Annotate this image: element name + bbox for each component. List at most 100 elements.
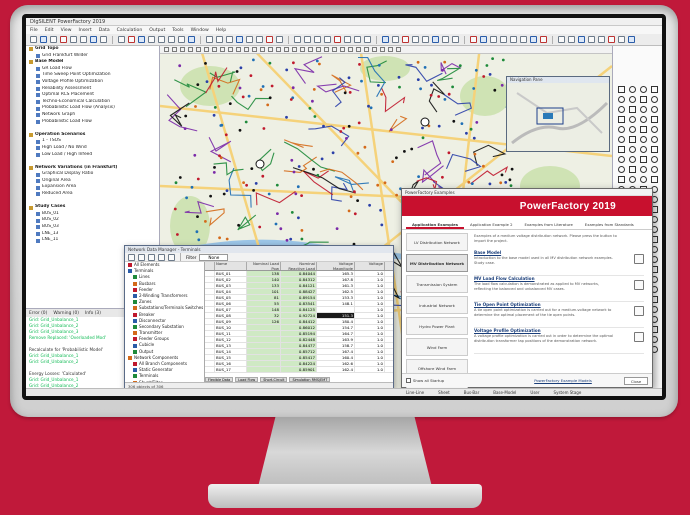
map-tool-icon[interactable]: [244, 47, 249, 52]
menu-item[interactable]: Insert: [79, 28, 92, 33]
table-cell[interactable]: 162.5: [317, 289, 355, 294]
toolbar-tool-icon[interactable]: [452, 36, 459, 43]
table-cell[interactable]: BUS_11: [215, 331, 247, 336]
table-cell[interactable]: BUS_10: [215, 325, 247, 330]
map-tool-icon[interactable]: [388, 47, 393, 52]
map-tool-icon[interactable]: [292, 47, 297, 52]
table-cell[interactable]: BUS_04: [215, 289, 247, 294]
output-tab[interactable]: Info (3): [85, 311, 101, 316]
examples-tab[interactable]: Application Examples: [406, 220, 464, 229]
drawing-symbol-icon[interactable]: [640, 136, 647, 143]
network-data-manager[interactable]: Network Data Manager - Terminals Filter …: [124, 245, 394, 390]
toolbar-tool-icon[interactable]: [442, 36, 449, 43]
map-tool-icon[interactable]: [172, 47, 177, 52]
table-cell[interactable]: 1.0: [355, 307, 385, 312]
import-icon[interactable]: [634, 280, 644, 290]
table-cell[interactable]: 0.84044: [281, 271, 317, 276]
tree-item[interactable]: Network Variations (in Frankfurt): [26, 165, 159, 172]
overview-window[interactable]: Navigation Pane: [506, 76, 610, 152]
toolbar-tool-icon[interactable]: [364, 36, 371, 43]
table-cell[interactable]: BUS_16: [215, 361, 247, 366]
toolbar-tool-icon[interactable]: [334, 36, 341, 43]
category-button[interactable]: Transmission System: [406, 275, 468, 293]
map-tool-icon[interactable]: [252, 47, 257, 52]
table-cell[interactable]: 1.0: [355, 271, 385, 276]
example-title-link[interactable]: Tie Open Point Optimization: [474, 302, 644, 307]
toolbar-tool-icon[interactable]: [206, 36, 213, 43]
tree-item[interactable]: Probabilistic Load Flow: [26, 119, 159, 126]
toolbar-tool-icon[interactable]: [246, 36, 253, 43]
drawing-symbol-icon[interactable]: [651, 156, 658, 163]
drawing-symbol-icon[interactable]: [651, 136, 658, 143]
toolbar-tool-icon[interactable]: [256, 36, 263, 43]
map-tool-icon[interactable]: [268, 47, 273, 52]
toolbar-tool-icon[interactable]: [236, 36, 243, 43]
tree-item[interactable]: Original Area: [26, 178, 159, 185]
map-tool-icon[interactable]: [380, 47, 385, 52]
toolbar-tool-icon[interactable]: [90, 36, 97, 43]
table-cell[interactable]: [247, 331, 281, 336]
table-cell[interactable]: 133: [247, 283, 281, 288]
table-cell[interactable]: [317, 307, 355, 312]
map-tool-icon[interactable]: [284, 47, 289, 52]
example-title-link[interactable]: Voltage Profile Optimization: [474, 328, 644, 333]
output-tab[interactable]: Warning (0): [53, 311, 79, 316]
table-cell[interactable]: 1.0: [355, 349, 385, 354]
toolbar-tool-icon[interactable]: [178, 36, 185, 43]
tree-item[interactable]: Low Load / High Infeed: [26, 152, 159, 159]
table-cell[interactable]: 151.3: [317, 313, 355, 318]
example-item[interactable]: MV Load Flow Calculation The load flow ca…: [474, 276, 644, 302]
map-tool-icon[interactable]: [196, 47, 201, 52]
table-cell[interactable]: 0.84312: [281, 277, 317, 282]
toolbar-tool-icon[interactable]: [226, 36, 233, 43]
drawing-symbol-icon[interactable]: [651, 126, 658, 133]
table-cell[interactable]: 1.0: [355, 295, 385, 300]
drawing-symbol-icon[interactable]: [618, 166, 625, 173]
menu-item[interactable]: Data: [99, 28, 110, 33]
table-cell[interactable]: 138: [247, 271, 281, 276]
example-item[interactable]: Voltage Profile Optimization A voltage pr…: [474, 328, 644, 354]
menu-item[interactable]: Tools: [172, 28, 183, 33]
toolbar-tool-icon[interactable]: [568, 36, 575, 43]
category-button[interactable]: Industrial Network: [406, 296, 468, 314]
tree-item[interactable]: Operation Scenarios: [26, 132, 159, 139]
drawing-symbol-icon[interactable]: [618, 176, 625, 183]
menu-item[interactable]: Calculation: [117, 28, 143, 33]
drawing-symbol-icon[interactable]: [629, 126, 636, 133]
table-cell[interactable]: 0.92724: [281, 313, 317, 318]
table-cell[interactable]: BUS_02: [215, 277, 247, 282]
delete-icon[interactable]: [168, 253, 175, 261]
table-cell[interactable]: 126: [247, 319, 281, 324]
toolbar-tool-icon[interactable]: [412, 36, 419, 43]
table-cell[interactable]: 0.84121: [281, 283, 317, 288]
toolbar-tool-icon[interactable]: [70, 36, 77, 43]
example-item[interactable]: Base Model Introduction to the base model…: [474, 250, 644, 276]
toolbar-tool-icon[interactable]: [158, 36, 165, 43]
example-models-link[interactable]: PowerFactory Example Models: [534, 378, 592, 383]
example-item[interactable]: Tie Open Point Optimization A tie open po…: [474, 302, 644, 328]
drawing-symbol-icon[interactable]: [629, 96, 636, 103]
drawing-symbol-icon[interactable]: [640, 106, 647, 113]
toolbar-tool-icon[interactable]: [510, 36, 517, 43]
tree-item[interactable]: Probabilistic Load Flow (Analysis): [26, 105, 159, 112]
toolbar-tool-icon[interactable]: [588, 36, 595, 43]
toolbar-tool-icon[interactable]: [128, 36, 135, 43]
drawing-symbol-icon[interactable]: [651, 86, 658, 93]
table-cell[interactable]: 32: [247, 313, 281, 318]
table-cell[interactable]: 158.7: [317, 343, 355, 348]
tree-item[interactable]: BUS_03: [26, 224, 159, 231]
menu-item[interactable]: File: [30, 28, 38, 33]
table-cell[interactable]: [247, 337, 281, 342]
column-header[interactable]: Nominal Reactive Load: [281, 262, 317, 270]
table-cell[interactable]: 0.89154: [281, 295, 317, 300]
map-tool-icon[interactable]: [372, 47, 377, 52]
tree-item[interactable]: BUS_01: [26, 211, 159, 218]
toolbar-tool-icon[interactable]: [40, 36, 47, 43]
example-title-link[interactable]: MV Load Flow Calculation: [474, 276, 644, 281]
category-button[interactable]: Hydro Power Plant: [406, 317, 468, 335]
tree-item[interactable]: GR Load Flow: [26, 66, 159, 73]
toolbar-tool-icon[interactable]: [168, 36, 175, 43]
drawing-symbol-icon[interactable]: [629, 156, 636, 163]
drawing-symbol-icon[interactable]: [640, 86, 647, 93]
table-cell[interactable]: 0.82448: [281, 337, 317, 342]
